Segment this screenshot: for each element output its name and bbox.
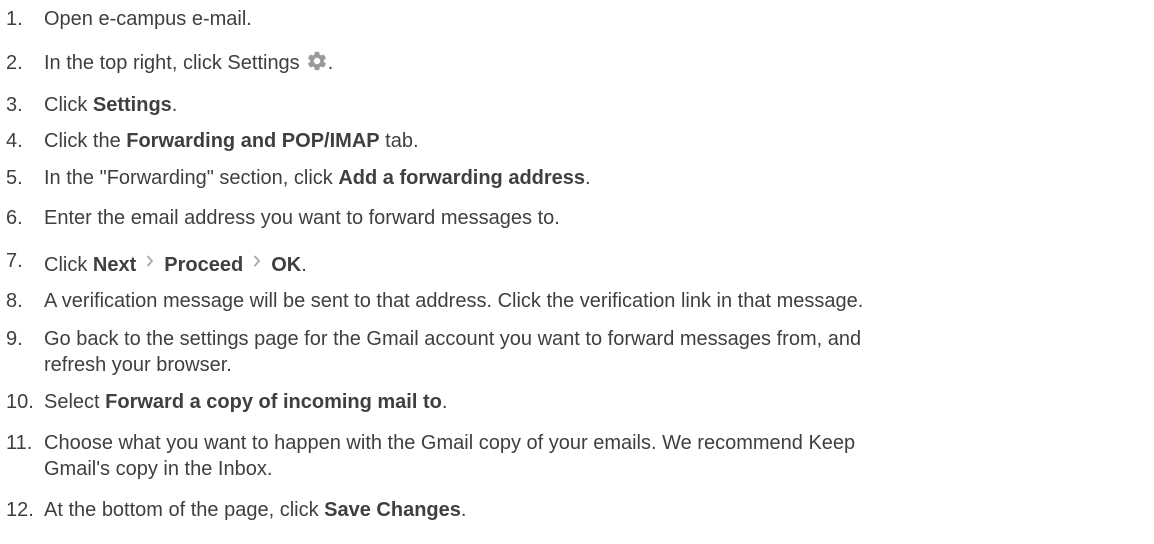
step-text-part: Click <box>44 254 93 276</box>
step-text: Open e-campus e-mail. <box>44 8 252 30</box>
step-text-bold: Proceed <box>164 254 244 276</box>
step-number: 1. <box>6 8 23 30</box>
step-text-bold: Forwarding and POP/IMAP <box>126 130 380 152</box>
step-text-part: Click <box>44 94 93 116</box>
step-text-part: In the top right, click Settings <box>44 52 300 74</box>
step-text-part: . <box>301 254 307 276</box>
step-text-line: Go back to the settings page for the Gma… <box>44 328 862 350</box>
step-text: Select Forward a copy of incoming mail t… <box>44 389 447 415</box>
step-text-bold: Settings <box>92 94 172 116</box>
step-text-part: . <box>585 167 591 189</box>
step-text-bold: Add a forwarding address <box>338 167 586 189</box>
step-text-bold: Next <box>92 254 137 276</box>
step-text: In the "Forwarding" section, click Add a… <box>44 165 591 191</box>
step-text-part: Click the <box>44 130 127 152</box>
step-text-part: . <box>327 52 334 74</box>
chevron-right-icon <box>146 248 154 274</box>
step-text-line: refresh your browser. <box>44 354 232 376</box>
step-text: Click Next Proceed OK. <box>44 248 307 278</box>
step-text-part: At the bottom of the page, click <box>44 499 325 521</box>
step-text-part: . <box>171 94 178 116</box>
step-number: 12. <box>6 499 34 521</box>
step-text-line: Choose what you want to happen with the … <box>44 432 856 454</box>
step-text: A verification message will be sent to t… <box>44 290 864 312</box>
step-number: 5. <box>6 167 23 189</box>
step-number: 4. <box>6 130 23 152</box>
step-text: At the bottom of the page, click Save Ch… <box>44 497 466 523</box>
step-number: 6. <box>6 207 23 229</box>
step-number: 2. <box>6 52 23 74</box>
step-text-bold: Save Changes <box>324 499 461 521</box>
step-number: 10. <box>6 391 34 413</box>
step-text-part: In the "Forwarding" section, click <box>44 167 339 189</box>
step-text: Click Settings. <box>44 92 177 118</box>
step-text: Click the Forwarding and POP/IMAP tab. <box>44 128 419 154</box>
step-number: 11. <box>6 432 33 454</box>
step-text-line: Gmail's copy in the Inbox. <box>44 458 273 480</box>
step-text-part: tab. <box>379 130 419 152</box>
step-text-part: Select <box>44 391 106 413</box>
step-text: Enter the email address you want to forw… <box>44 207 560 229</box>
step-text-part: . <box>441 391 448 413</box>
step-number: 3. <box>6 94 23 116</box>
step-number: 7. <box>6 250 23 272</box>
step-text-part: . <box>460 499 467 521</box>
step-text-bold: OK <box>271 254 302 276</box>
step-text: In the top right, click Settings. <box>44 50 333 79</box>
gear-icon <box>306 50 328 79</box>
chevron-right-icon <box>253 248 261 274</box>
step-number: 8. <box>6 290 23 312</box>
step-text-bold: Forward a copy of incoming mail to <box>105 391 442 413</box>
step-number: 9. <box>6 328 23 350</box>
